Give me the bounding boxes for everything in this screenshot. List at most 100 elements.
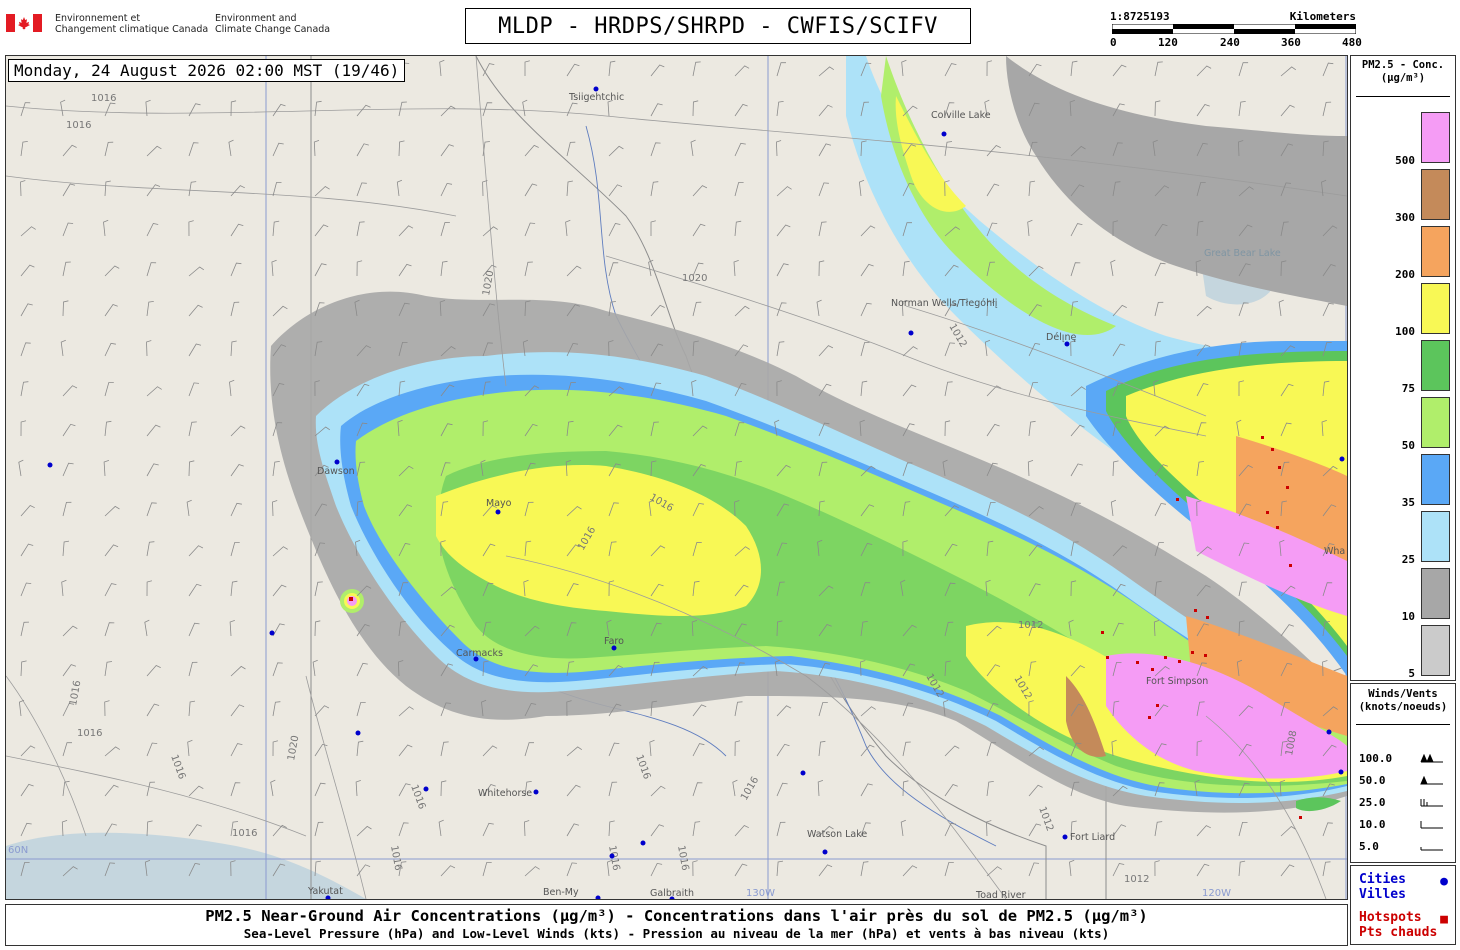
wind-barb xyxy=(566,141,576,157)
legend-title-line1: Winds/Vents xyxy=(1368,688,1438,700)
wind-barb xyxy=(732,779,738,797)
cities-label: Cities Villes xyxy=(1359,872,1406,902)
concentration-label: 100 xyxy=(1395,325,1415,338)
wind-barb xyxy=(776,341,785,357)
wind-barb xyxy=(1154,502,1167,517)
wind-barb xyxy=(229,620,235,637)
wind-barb xyxy=(398,225,414,237)
wind-barb xyxy=(944,63,957,77)
wind-barb xyxy=(146,665,161,677)
wind-barb xyxy=(776,186,792,197)
wind-barb xyxy=(608,781,618,797)
wind-barb xyxy=(650,64,665,77)
wind-barb xyxy=(440,105,456,117)
wind-barb xyxy=(188,700,196,717)
wind-barb xyxy=(482,822,494,837)
wind-barb xyxy=(565,219,571,237)
wind-barb xyxy=(818,143,832,157)
wind-barb xyxy=(860,342,870,357)
wind-barb xyxy=(1322,101,1332,117)
wind-barb xyxy=(104,583,117,597)
wind-barb xyxy=(62,462,74,477)
wind-barb xyxy=(62,144,77,157)
wind-barb xyxy=(20,102,31,117)
wind-barb xyxy=(20,621,30,637)
wind-barb xyxy=(775,140,782,157)
concentration-label: 75 xyxy=(1401,382,1415,395)
scale-bar: 1:8725193 Kilometers 0 120 240 360 480 xyxy=(1108,10,1362,52)
wind-barb xyxy=(650,304,665,317)
wind-barb xyxy=(1280,66,1297,77)
wind-barb xyxy=(608,223,621,237)
wind-barb xyxy=(20,180,26,197)
wind-barb xyxy=(818,345,834,357)
wind-speed-label: 50.0 xyxy=(1359,774,1386,787)
wind-barb xyxy=(188,142,199,157)
wind-barb xyxy=(104,505,120,517)
wind-barb xyxy=(188,460,195,477)
isobar-label: 1012 xyxy=(1036,805,1055,833)
wind-barb xyxy=(734,825,749,837)
legend-divider xyxy=(1356,724,1450,725)
wind-barb xyxy=(104,700,110,717)
wind-barb xyxy=(104,382,114,397)
wind-barb xyxy=(1154,100,1161,117)
wind-barb xyxy=(860,263,874,277)
wind-barb xyxy=(650,785,666,797)
wind-barb xyxy=(271,259,277,277)
wind-barb xyxy=(146,223,159,237)
wind-barb xyxy=(20,264,35,277)
wind-barb xyxy=(1196,825,1211,837)
grid-label-60n: 60N xyxy=(8,845,28,856)
wind-barb xyxy=(230,502,242,517)
wind-barb xyxy=(692,185,708,197)
wind-barb xyxy=(608,262,619,277)
wind-barb xyxy=(817,780,824,797)
wind-barb xyxy=(650,103,663,117)
wind-barb xyxy=(986,781,994,797)
place-label: Ben-My xyxy=(543,887,579,898)
wind-barb xyxy=(440,780,447,797)
wind-barb xyxy=(902,384,917,397)
wind-barb xyxy=(61,820,68,837)
concentration-swatch xyxy=(1421,112,1450,163)
wind-barb xyxy=(860,706,876,717)
wind-barb xyxy=(314,581,323,597)
wind-barb xyxy=(314,185,330,197)
wind-barb xyxy=(1112,64,1127,77)
wind-barb xyxy=(188,785,204,797)
isobar-label: 1016 xyxy=(739,775,761,803)
wind-barb xyxy=(858,179,865,197)
wind-barb xyxy=(1070,463,1083,477)
wind-barb xyxy=(1110,499,1117,517)
wind-legend-row: 100.0 xyxy=(1359,752,1451,768)
wind-barb xyxy=(860,225,876,237)
wind-barb xyxy=(776,860,784,877)
wind-barb xyxy=(146,184,161,197)
wind-barb xyxy=(20,660,27,677)
wind-barb xyxy=(229,379,235,397)
wind-barb xyxy=(482,745,498,757)
wind-barb xyxy=(396,179,403,197)
wind-barb xyxy=(524,222,536,237)
wind-barb xyxy=(860,380,868,397)
wind-barb xyxy=(818,104,833,117)
wind-barb xyxy=(146,580,153,597)
scale-tick: 360 xyxy=(1281,36,1301,49)
wind-barb xyxy=(272,662,283,677)
wind-barb xyxy=(20,141,28,157)
wind-barb xyxy=(356,143,369,157)
wind-barb xyxy=(230,340,237,357)
wind-barb xyxy=(146,703,160,717)
wind-barb xyxy=(1238,822,1248,837)
concentration-label: 5 xyxy=(1408,667,1415,680)
wind-barb xyxy=(62,261,71,277)
cities-label-fr: Villes xyxy=(1359,887,1406,902)
header: Environnement et Changement climatique C… xyxy=(0,0,1460,52)
wind-barb xyxy=(230,782,241,797)
wind-barb xyxy=(272,500,278,517)
wind-barb xyxy=(1238,302,1249,317)
map-panel[interactable]: 1016 1016 1020 1020 1012 1016 1016 1012 … xyxy=(5,55,1348,900)
isobar-label: 1020 xyxy=(682,273,707,284)
wind-barb xyxy=(734,65,750,77)
